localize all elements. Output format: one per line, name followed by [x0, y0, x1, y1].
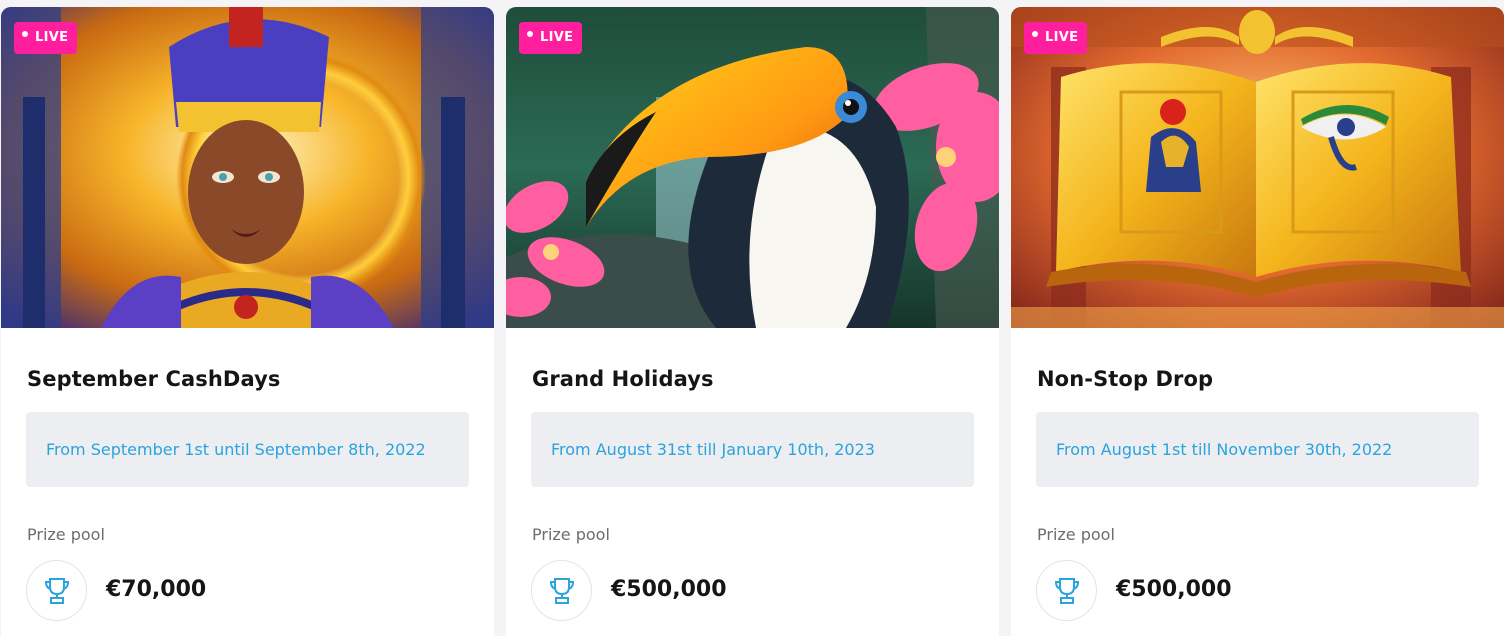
- tournament-card-september-cashdays[interactable]: LIVE September CashDays From September 1…: [1, 7, 494, 636]
- tournament-card-non-stop-drop[interactable]: LIVE Non-Stop Drop From August 1st till …: [1011, 7, 1504, 636]
- tournament-card-grand-holidays[interactable]: LIVE Grand Holidays From August 31st til…: [506, 7, 999, 636]
- tournament-list: LIVE September CashDays From September 1…: [0, 0, 1504, 636]
- tournament-dates: From August 31st till January 10th, 2023: [551, 440, 875, 459]
- live-dot-icon: [527, 31, 533, 37]
- tournament-dates: From September 1st until September 8th, …: [46, 440, 426, 459]
- prize-pool-label: Prize pool: [532, 525, 610, 544]
- tournament-title: Grand Holidays: [532, 367, 714, 391]
- tournament-dates-box: From August 1st till November 30th, 2022: [1036, 412, 1479, 487]
- prize-pool-amount: €500,000: [1116, 577, 1232, 602]
- live-dot-icon: [22, 31, 28, 37]
- tournament-title: Non-Stop Drop: [1037, 367, 1214, 391]
- prize-pool-amount: €70,000: [106, 577, 207, 602]
- live-badge: LIVE: [1024, 22, 1088, 54]
- prize-pool-label: Prize pool: [1037, 525, 1115, 544]
- live-badge-label: LIVE: [1045, 30, 1079, 45]
- live-badge: LIVE: [14, 22, 78, 54]
- prize-pool-amount: €500,000: [611, 577, 727, 602]
- trophy-icon: [44, 577, 69, 604]
- tournament-dates: From August 1st till November 30th, 2022: [1056, 440, 1393, 459]
- toucan-image: [506, 7, 999, 328]
- trophy-icon: [1054, 577, 1079, 604]
- live-dot-icon: [1032, 31, 1038, 37]
- live-badge-label: LIVE: [35, 30, 69, 45]
- prize-pool-label: Prize pool: [27, 525, 105, 544]
- live-badge: LIVE: [519, 22, 583, 54]
- trophy-icon: [549, 577, 574, 604]
- trophy-badge: [531, 560, 592, 621]
- trophy-badge: [26, 560, 87, 621]
- tournament-banner[interactable]: LIVE: [506, 7, 999, 328]
- tournament-dates-box: From September 1st until September 8th, …: [26, 412, 469, 487]
- tournament-banner[interactable]: LIVE: [1, 7, 494, 328]
- queen-portrait-image: [1, 7, 494, 328]
- tournament-dates-box: From August 31st till January 10th, 2023: [531, 412, 974, 487]
- tournament-title: September CashDays: [27, 367, 281, 391]
- live-badge-label: LIVE: [540, 30, 574, 45]
- tournament-banner[interactable]: LIVE: [1011, 7, 1504, 328]
- golden-book-image: [1011, 7, 1504, 328]
- trophy-badge: [1036, 560, 1097, 621]
